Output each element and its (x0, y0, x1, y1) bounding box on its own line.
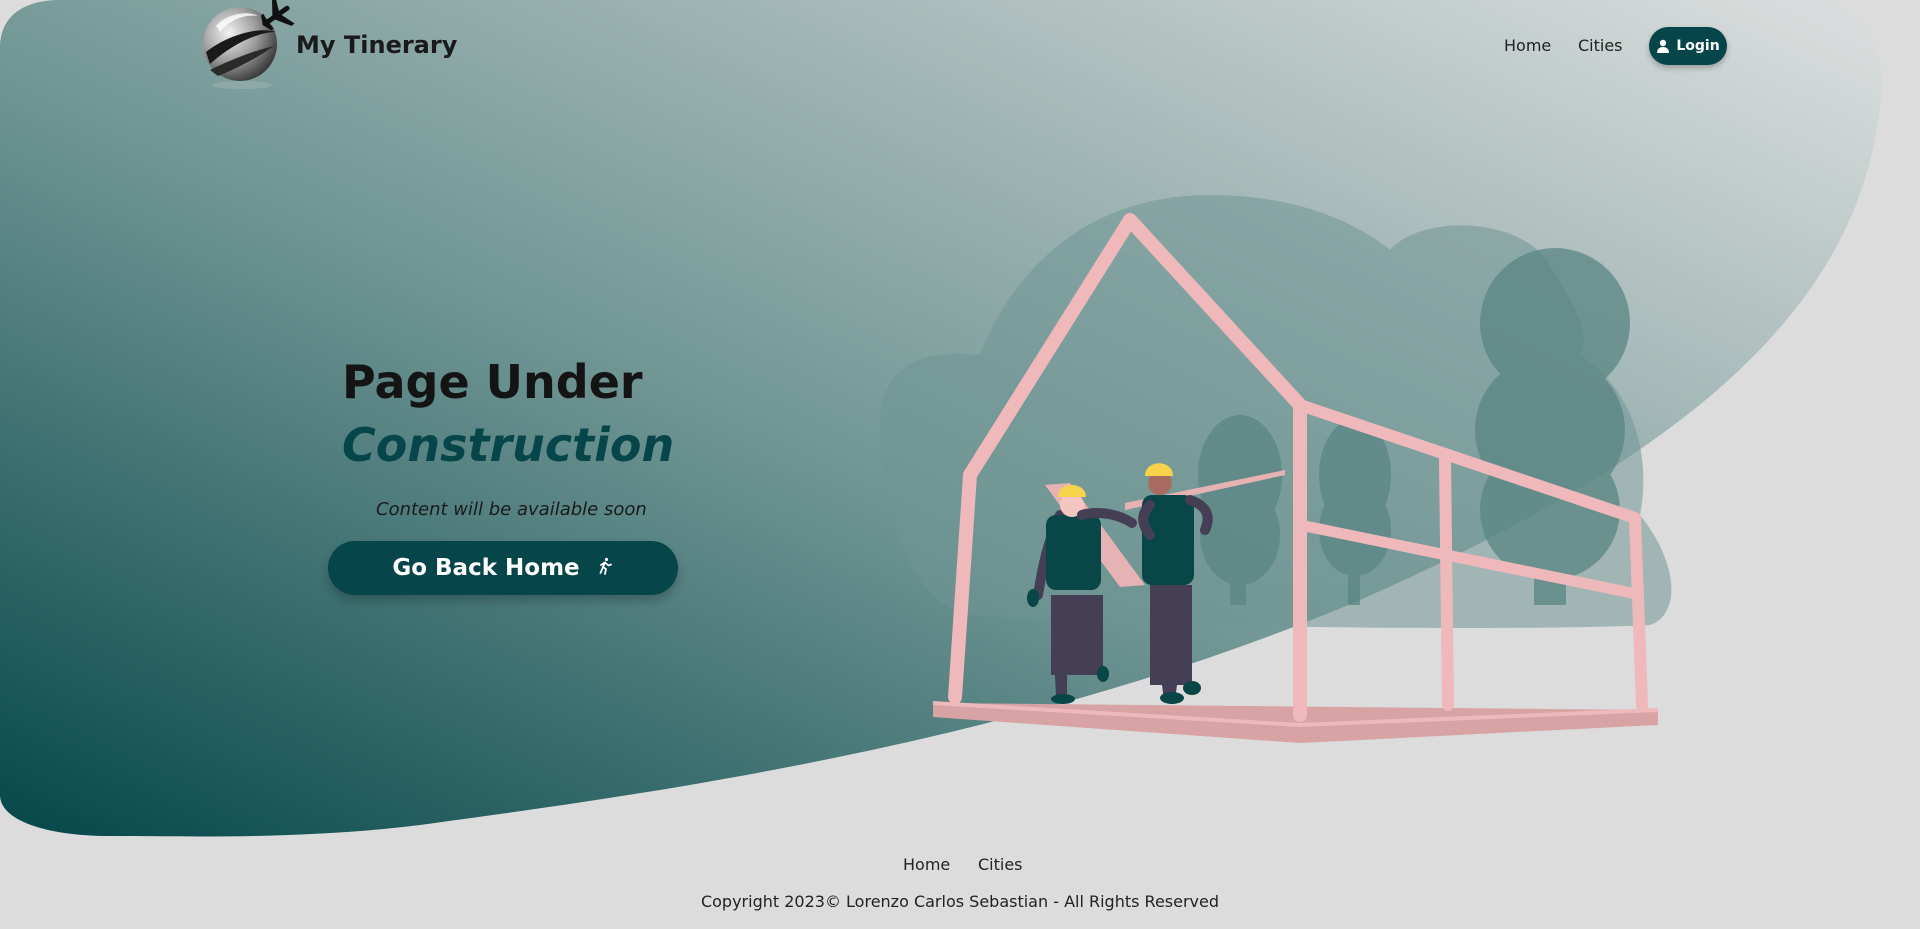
nav-cities-link[interactable]: Cities (1578, 36, 1623, 55)
go-back-home-button[interactable]: Go Back Home (328, 541, 678, 595)
footer-cities-link[interactable]: Cities (978, 855, 1023, 874)
page-subtitle: Content will be available soon (376, 499, 647, 520)
page-title-line1: Page Under (342, 355, 643, 409)
footer-home-link[interactable]: Home (903, 855, 950, 874)
nav-home-link[interactable]: Home (1504, 36, 1551, 55)
login-label: Login (1676, 38, 1720, 54)
login-button[interactable]: Login (1649, 27, 1727, 65)
user-icon (1656, 39, 1670, 53)
brand-name[interactable]: My Tinerary (296, 31, 457, 59)
walking-person-icon (596, 555, 614, 581)
logo[interactable] (196, 0, 304, 92)
globe-airplane-icon (203, 0, 295, 89)
copyright-text: Copyright 2023© Lorenzo Carlos Sebastian… (700, 892, 1220, 911)
page-title-line2: Construction (342, 418, 675, 472)
go-back-home-label: Go Back Home (392, 555, 580, 581)
site-header: My Tinerary Home Cities Login (0, 0, 1920, 100)
construction-illustration (880, 195, 1672, 743)
